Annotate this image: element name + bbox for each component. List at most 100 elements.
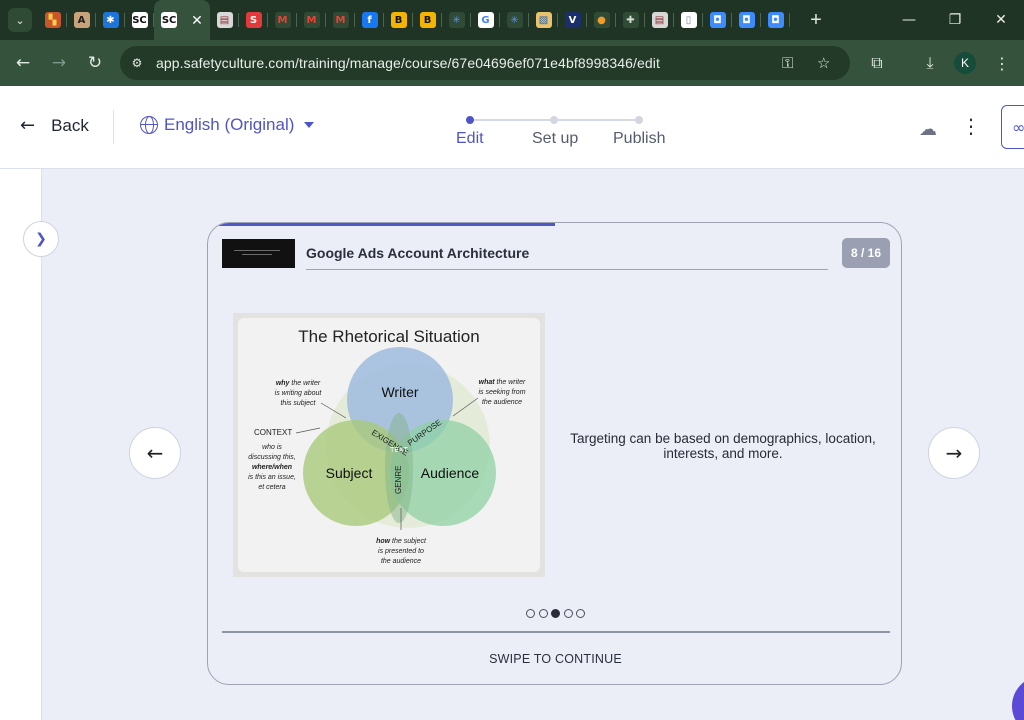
- browser-tab[interactable]: M: [297, 0, 326, 40]
- pager-dot[interactable]: [576, 609, 585, 618]
- browser-tab[interactable]: ▤: [645, 0, 674, 40]
- how-note-line: the audience: [381, 558, 421, 565]
- address-bar[interactable]: ⚙ app.safetyculture.com/training/manage/…: [120, 46, 850, 80]
- back-button[interactable]: ← Back: [20, 115, 89, 136]
- bookmark-star-icon[interactable]: ☆: [817, 54, 830, 72]
- diagram-title: The Rhetorical Situation: [298, 327, 479, 346]
- how-note-line: is presented to: [378, 548, 424, 555]
- slide-image[interactable]: The Rhetorical Situation Writer Subject …: [233, 313, 545, 577]
- who-note-line: et cetera: [258, 484, 285, 491]
- star-favicon-icon: ✳: [448, 12, 465, 28]
- previous-slide-button[interactable]: ←: [129, 427, 181, 479]
- who-note-line: who is: [262, 444, 282, 451]
- safetyculture-favicon-icon: SC: [131, 12, 148, 28]
- url-text[interactable]: app.safetyculture.com/training/manage/co…: [156, 55, 660, 71]
- stepper: Edit Set up Publish: [440, 106, 680, 156]
- browser-tab[interactable]: B: [384, 0, 413, 40]
- browser-tab[interactable]: A: [67, 0, 96, 40]
- expand-sidebar-button[interactable]: ❯: [23, 221, 59, 257]
- browser-tab[interactable]: B: [413, 0, 442, 40]
- new-tab-button[interactable]: +: [804, 9, 828, 32]
- how-note-line: the subject: [392, 538, 427, 545]
- browser-tab[interactable]: ▧: [529, 0, 558, 40]
- tab-search-button[interactable]: ⌄: [8, 8, 32, 32]
- browser-tab[interactable]: ✚: [616, 0, 645, 40]
- pager-dot[interactable]: [538, 609, 548, 618]
- text-label: TEXT: [390, 447, 409, 454]
- how-note: how the subject is presented to the audien…: [376, 538, 427, 565]
- help-chat-button[interactable]: [1012, 676, 1024, 720]
- browser-tab[interactable]: ▤: [210, 0, 239, 40]
- who-note-line: discussing this,: [248, 454, 296, 461]
- forward-icon[interactable]: →: [44, 48, 74, 78]
- genre-label: GENRE: [394, 466, 403, 494]
- browser-tab-strip: ⌄ ▚ A ✱ SC SC ✕ ▤ S M M Mf B B ✳ G ✳ ▧ V ● ✚ ▤ ▯ ◘ ◘ ◘ +: [0, 0, 1024, 40]
- subject-label: Subject: [326, 465, 373, 481]
- slide-title[interactable]: Google Ads Account Architecture: [306, 237, 828, 270]
- browser-tab[interactable]: M: [326, 0, 355, 40]
- facebook-favicon-icon: f: [361, 12, 378, 28]
- why-keyword: why: [276, 380, 291, 387]
- browser-tab[interactable]: ●: [587, 0, 616, 40]
- doc-favicon-icon: ▯: [680, 12, 697, 28]
- preview-button[interactable]: ∞: [1001, 105, 1024, 149]
- browser-tab[interactable]: SC: [125, 0, 154, 40]
- step-dot-setup: [550, 116, 558, 124]
- step-publish[interactable]: Publish: [613, 130, 665, 148]
- orange-favicon-icon: ●: [593, 12, 610, 28]
- browser-tab[interactable]: f: [355, 0, 384, 40]
- context-arrow: [295, 427, 321, 434]
- pager-dot[interactable]: [551, 609, 560, 618]
- step-dot-edit: [466, 116, 474, 124]
- gmail-favicon-icon: M: [274, 12, 291, 28]
- extensions-icon[interactable]: ⧉: [862, 48, 892, 78]
- swipe-to-continue[interactable]: SWIPE TO CONTINUE: [208, 652, 901, 666]
- step-connector: [558, 119, 638, 121]
- blue-square-favicon-icon: ◘: [709, 12, 726, 28]
- browser-tab[interactable]: M: [268, 0, 297, 40]
- close-window-button[interactable]: ✕: [978, 0, 1024, 40]
- language-selector[interactable]: English (Original): [140, 115, 315, 135]
- minimize-button[interactable]: —: [886, 0, 932, 40]
- browser-tab[interactable]: ▯: [674, 0, 703, 40]
- browser-tab[interactable]: ✱: [96, 0, 125, 40]
- why-note: why the writer is writing about this subje…: [275, 380, 323, 407]
- step-edit[interactable]: Edit: [456, 130, 484, 148]
- next-slide-button[interactable]: →: [928, 427, 980, 479]
- browser-tab[interactable]: G: [471, 0, 500, 40]
- pager-dot[interactable]: [563, 609, 573, 618]
- site-info-icon[interactable]: ⚙: [124, 50, 150, 76]
- more-options-icon[interactable]: ⋮: [961, 114, 981, 138]
- pager-dot[interactable]: [526, 609, 535, 618]
- browser-tab[interactable]: V: [558, 0, 587, 40]
- anthropic-favicon-icon: A: [73, 12, 90, 28]
- what-note-line: is seeking from: [478, 389, 525, 396]
- google-favicon-icon: G: [477, 12, 494, 28]
- browser-tab[interactable]: ✳: [500, 0, 529, 40]
- why-note-line: is writing about: [275, 390, 323, 397]
- who-note-line: is this an issue,: [248, 474, 296, 481]
- context-label: CONTEXT: [254, 428, 292, 437]
- browser-tab[interactable]: ◘: [732, 0, 761, 40]
- browser-tab[interactable]: S: [239, 0, 268, 40]
- slide-body-text[interactable]: Targeting can be based on demographics, …: [563, 431, 883, 461]
- browser-tab[interactable]: ◘: [761, 0, 790, 40]
- browser-tab[interactable]: SC ✕: [154, 0, 210, 40]
- download-icon[interactable]: ⤓: [915, 48, 945, 78]
- password-key-icon[interactable]: ⚿: [782, 54, 793, 72]
- what-note-line: the audience: [482, 399, 522, 406]
- app-header: ← Back English (Original) Edit Set up Pu…: [0, 86, 1024, 169]
- browser-menu-icon[interactable]: ⋮: [987, 48, 1017, 78]
- close-tab-icon[interactable]: ✕: [191, 12, 203, 29]
- back-icon[interactable]: ←: [8, 48, 38, 78]
- reload-icon[interactable]: ↻: [80, 48, 110, 78]
- profile-avatar[interactable]: K: [954, 52, 976, 74]
- step-setup[interactable]: Set up: [532, 130, 578, 148]
- step-connector: [472, 119, 554, 121]
- browser-tab[interactable]: ◘: [703, 0, 732, 40]
- what-note-line: the writer: [497, 379, 526, 386]
- maximize-button[interactable]: ❐: [932, 0, 978, 40]
- browser-tab[interactable]: ✳: [442, 0, 471, 40]
- browser-tab[interactable]: ▚: [38, 0, 67, 40]
- slide-pager: [526, 609, 589, 618]
